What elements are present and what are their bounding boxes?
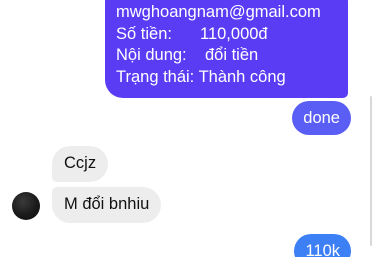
transaction-status-row: Trạng thái: Thành công bbox=[116, 67, 348, 89]
sent-message-done[interactable]: done bbox=[292, 101, 351, 135]
scrollbar[interactable] bbox=[370, 96, 372, 246]
status-value: Thành công bbox=[198, 67, 286, 86]
transaction-email: mwghoangnam@gmail.com bbox=[116, 3, 321, 21]
received-message-amount-question[interactable]: M đổi bnhiu bbox=[52, 187, 162, 223]
amount-value: 110,000đ bbox=[200, 24, 268, 43]
amount-label: Số tiền: bbox=[116, 24, 172, 43]
transaction-amount-row: Số tiền: 110,000đ bbox=[116, 24, 348, 46]
content-label: Nội dung: bbox=[116, 46, 187, 64]
received-message-ccjz[interactable]: Ccjz bbox=[52, 146, 109, 182]
contact-avatar[interactable] bbox=[12, 192, 40, 220]
content-value: đổi tiền bbox=[205, 46, 259, 64]
transaction-content-row: Nội dung: đổi tiền bbox=[116, 45, 348, 67]
sent-transaction-message[interactable]: mwghoangnam@gmail.com Số tiền: 110,000đ N… bbox=[105, 0, 348, 98]
sent-message-110k[interactable]: 110k bbox=[294, 234, 351, 257]
status-label: Trạng thái: bbox=[116, 67, 195, 86]
chat-thread: mwghoangnam@gmail.com Số tiền: 110,000đ N… bbox=[0, 0, 374, 257]
